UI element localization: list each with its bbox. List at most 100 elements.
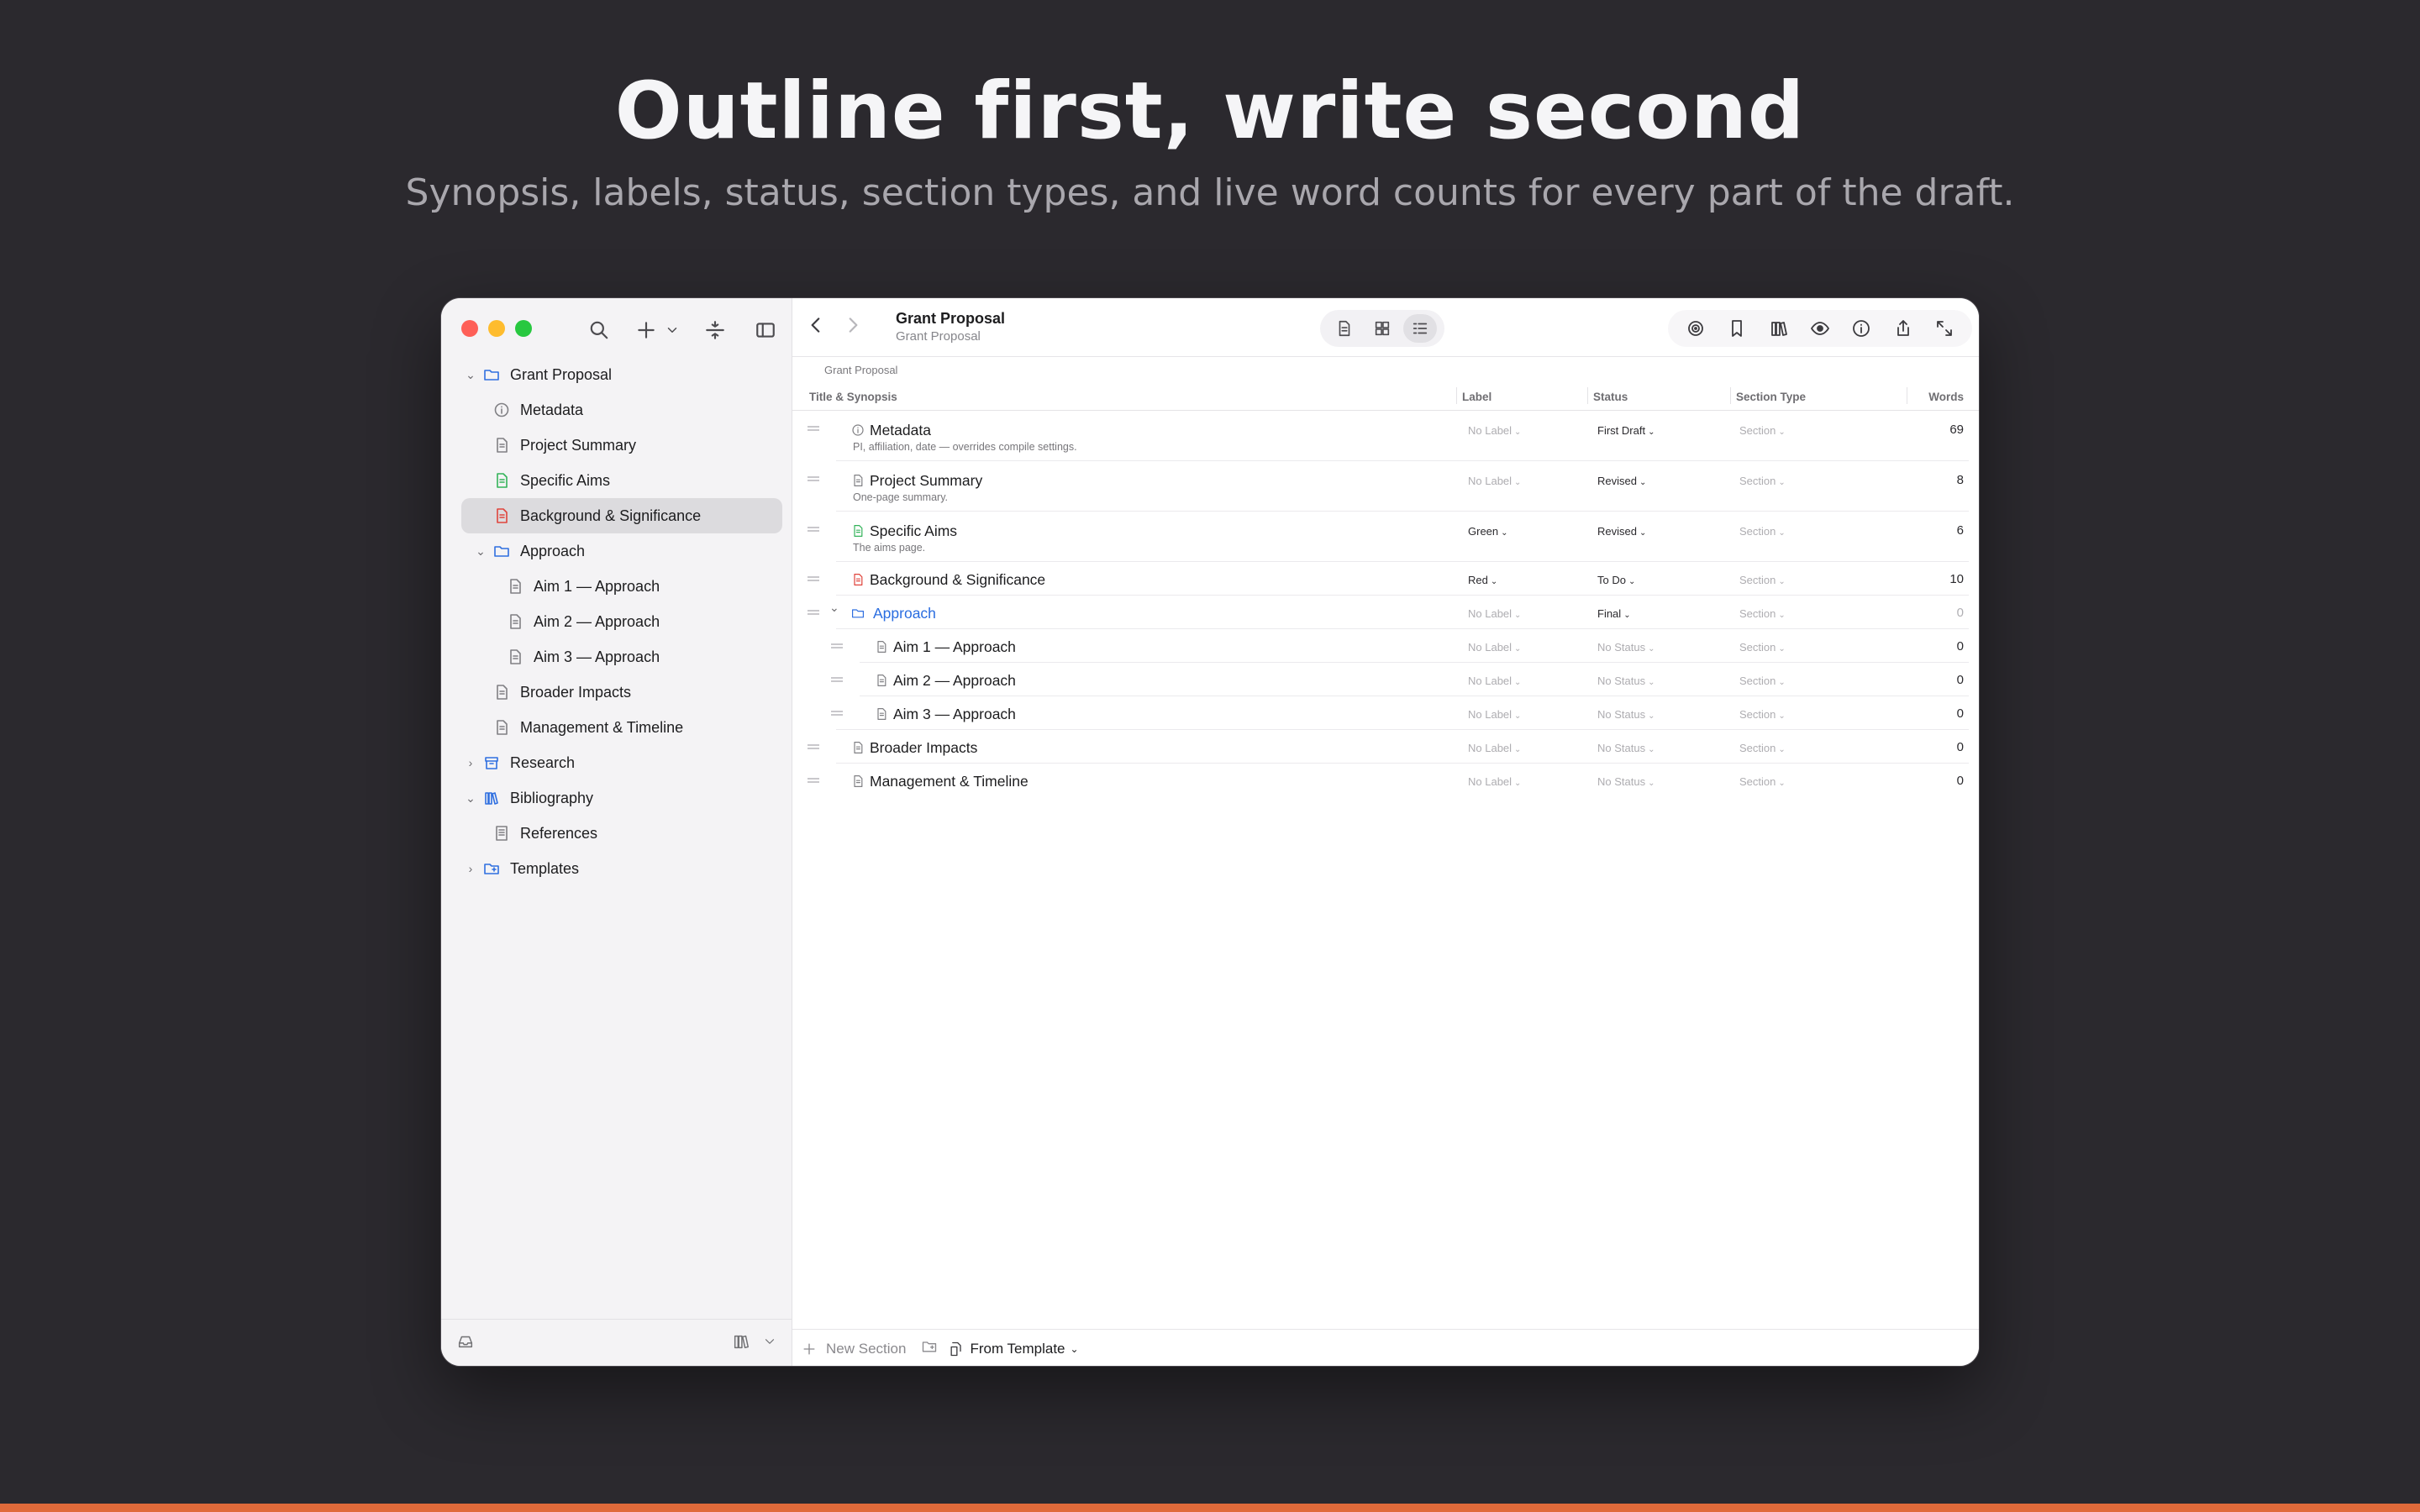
status-dropdown[interactable]: First Draft ⌄ — [1597, 424, 1655, 437]
status-dropdown[interactable]: Final ⌄ — [1597, 607, 1631, 620]
binder-item-references[interactable]: References — [461, 816, 782, 851]
row-title[interactable]: Broader Impacts — [870, 739, 977, 757]
section-type-dropdown[interactable]: Section ⌄ — [1739, 742, 1786, 754]
search-button[interactable] — [584, 315, 614, 345]
section-type-dropdown[interactable]: Section ⌄ — [1739, 775, 1786, 788]
drag-handle[interactable] — [831, 677, 843, 682]
inbox-icon[interactable] — [456, 1332, 475, 1355]
label-dropdown[interactable]: No Label ⌄ — [1468, 708, 1521, 721]
status-dropdown[interactable]: No Status ⌄ — [1597, 775, 1655, 788]
row-synopsis[interactable]: One-page summary. — [853, 491, 948, 503]
outline-row-management-timeline[interactable]: Management & Timeline No Label ⌄ No Statu… — [792, 764, 1979, 797]
outline-row-project-summary[interactable]: Project Summary One-page summary. No Lab… — [792, 461, 1979, 512]
label-dropdown[interactable]: No Label ⌄ — [1468, 742, 1521, 754]
forward-button[interactable] — [838, 310, 868, 340]
column-header-label[interactable]: Label — [1462, 391, 1491, 403]
section-type-dropdown[interactable]: Section ⌄ — [1739, 475, 1786, 487]
row-title[interactable]: Aim 1 — Approach — [893, 638, 1016, 656]
from-template-button[interactable]: From Template ⌄ — [948, 1341, 1079, 1357]
row-title[interactable]: Specific Aims — [870, 522, 957, 540]
binder-item-project-summary[interactable]: Project Summary — [461, 428, 782, 463]
row-synopsis[interactable]: The aims page. — [853, 542, 925, 554]
drag-handle[interactable] — [831, 643, 843, 648]
outline-row-specific-aims[interactable]: Specific Aims The aims page. Green ⌄ Revi… — [792, 512, 1979, 562]
row-title[interactable]: Aim 2 — Approach — [893, 672, 1016, 690]
column-header-section-type[interactable]: Section Type — [1736, 391, 1806, 403]
status-dropdown[interactable]: To Do ⌄ — [1597, 574, 1635, 586]
row-title[interactable]: Management & Timeline — [870, 773, 1028, 790]
add-menu-button[interactable] — [661, 315, 683, 345]
breadcrumb[interactable]: Grant Proposal — [824, 364, 897, 376]
binder-item-aim-1[interactable]: Aim 1 — Approach — [461, 569, 782, 604]
zoom-window-button[interactable] — [515, 320, 532, 337]
label-dropdown[interactable]: Green ⌄ — [1468, 525, 1508, 538]
new-folder-icon[interactable] — [921, 1338, 938, 1359]
section-type-dropdown[interactable]: Section ⌄ — [1739, 525, 1786, 538]
binder-item-bibliography[interactable]: ⌄ Bibliography — [461, 780, 782, 816]
outline-row-background-significance[interactable]: Background & Significance Red ⌄ To Do ⌄ Se… — [792, 562, 1979, 596]
drag-handle[interactable] — [808, 527, 819, 532]
status-dropdown[interactable]: No Status ⌄ — [1597, 742, 1655, 754]
binder-item-research[interactable]: › Research — [461, 745, 782, 780]
label-dropdown[interactable]: No Label ⌄ — [1468, 641, 1521, 654]
row-title[interactable]: Background & Significance — [870, 571, 1045, 589]
status-dropdown[interactable]: No Status ⌄ — [1597, 641, 1655, 654]
targets-button[interactable] — [1681, 313, 1711, 344]
close-window-button[interactable] — [461, 320, 478, 337]
binder-item-background-significance[interactable]: Background & Significance — [461, 498, 782, 533]
label-dropdown[interactable]: No Label ⌄ — [1468, 475, 1521, 487]
outline-row-approach[interactable]: ⌄ Approach No Label ⌄ Final ⌄ Section ⌄ 0 — [792, 596, 1979, 629]
binder-item-aim-3[interactable]: Aim 3 — Approach — [461, 639, 782, 675]
section-type-dropdown[interactable]: Section ⌄ — [1739, 708, 1786, 721]
binder-item-specific-aims[interactable]: Specific Aims — [461, 463, 782, 498]
chevron-down-icon[interactable]: ⌄ — [461, 791, 480, 806]
drag-handle[interactable] — [808, 426, 819, 431]
outline-row-metadata[interactable]: Metadata PI, affiliation, date — overrid… — [792, 411, 1979, 461]
status-dropdown[interactable]: Revised ⌄ — [1597, 475, 1646, 487]
chevron-down-icon[interactable] — [762, 1334, 777, 1353]
fullscreen-button[interactable] — [1929, 313, 1960, 344]
section-type-dropdown[interactable]: Section ⌄ — [1739, 424, 1786, 437]
chevron-right-icon[interactable]: › — [461, 862, 480, 875]
chevron-down-icon[interactable]: ⌄ — [471, 544, 490, 559]
bibliography-button[interactable] — [1764, 313, 1794, 344]
toggle-sidebar-button[interactable] — [750, 315, 781, 345]
status-dropdown[interactable]: No Status ⌄ — [1597, 675, 1655, 687]
inspector-button[interactable] — [1846, 313, 1876, 344]
column-header-status[interactable]: Status — [1593, 391, 1628, 403]
column-header-words[interactable]: Words — [1928, 391, 1964, 403]
section-type-dropdown[interactable]: Section ⌄ — [1739, 574, 1786, 586]
row-title[interactable]: Approach — [873, 605, 936, 622]
binder-item-metadata[interactable]: Metadata — [461, 392, 782, 428]
binder-item-templates[interactable]: › Templates — [461, 851, 782, 886]
outline-row-aim-2[interactable]: Aim 2 — Approach No Label ⌄ No Status ⌄ Se… — [792, 663, 1979, 696]
column-header-title[interactable]: Title & Synopsis — [809, 391, 897, 403]
chevron-down-icon[interactable]: ⌄ — [829, 601, 839, 615]
row-title[interactable]: Project Summary — [870, 472, 982, 490]
label-dropdown[interactable]: Red ⌄ — [1468, 574, 1497, 586]
split-button[interactable] — [700, 315, 730, 345]
outline-row-aim-1[interactable]: Aim 1 — Approach No Label ⌄ No Status ⌄ Se… — [792, 629, 1979, 663]
drag-handle[interactable] — [808, 778, 819, 783]
row-title[interactable]: Aim 3 — Approach — [893, 706, 1016, 723]
drag-handle[interactable] — [808, 476, 819, 481]
drag-handle[interactable] — [808, 610, 819, 615]
drag-handle[interactable] — [831, 711, 843, 716]
corkboard-view-button[interactable] — [1365, 314, 1399, 343]
row-title[interactable]: Metadata — [870, 422, 931, 439]
row-synopsis[interactable]: PI, affiliation, date — overrides compil… — [853, 441, 1077, 453]
section-type-dropdown[interactable]: Section ⌄ — [1739, 641, 1786, 654]
label-dropdown[interactable]: No Label ⌄ — [1468, 775, 1521, 788]
new-section-button[interactable]: New Section — [801, 1341, 906, 1357]
status-dropdown[interactable]: Revised ⌄ — [1597, 525, 1646, 538]
drag-handle[interactable] — [808, 744, 819, 749]
preview-button[interactable] — [1805, 313, 1835, 344]
books-icon[interactable] — [732, 1332, 750, 1355]
minimize-window-button[interactable] — [488, 320, 505, 337]
chevron-down-icon[interactable]: ⌄ — [461, 368, 480, 382]
section-type-dropdown[interactable]: Section ⌄ — [1739, 607, 1786, 620]
add-button[interactable] — [631, 315, 661, 345]
label-dropdown[interactable]: No Label ⌄ — [1468, 675, 1521, 687]
binder-item-management-timeline[interactable]: Management & Timeline — [461, 710, 782, 745]
section-type-dropdown[interactable]: Section ⌄ — [1739, 675, 1786, 687]
